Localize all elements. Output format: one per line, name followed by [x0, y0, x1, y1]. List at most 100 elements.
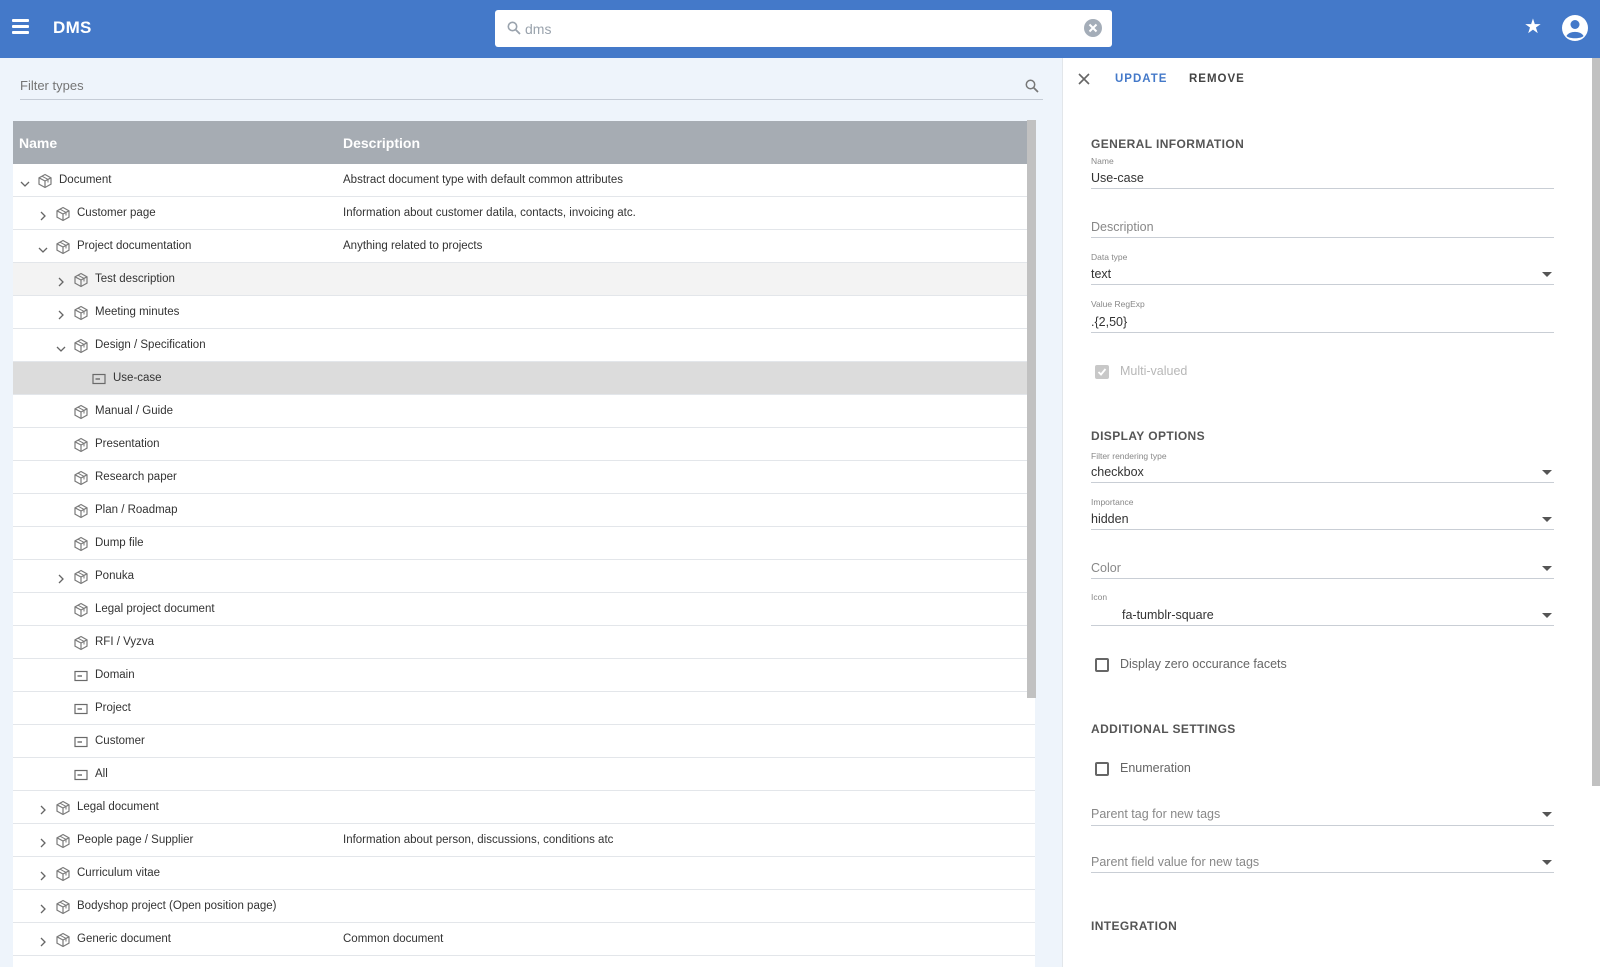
menu-icon[interactable]	[12, 19, 29, 36]
table-row[interactable]: All	[13, 758, 1035, 791]
chevron-right-icon[interactable]	[39, 868, 47, 881]
remove-button[interactable]: REMOVE	[1189, 73, 1245, 85]
clear-search-icon[interactable]	[1084, 19, 1102, 37]
row-description: Information about customer datila, conta…	[343, 207, 636, 219]
field-icon	[73, 668, 89, 684]
chevron-right-icon[interactable]	[57, 571, 65, 584]
table-row[interactable]: Ponuka	[13, 560, 1035, 593]
chevron-right-icon[interactable]	[57, 274, 65, 287]
table-row[interactable]: Curriculum vitae	[13, 857, 1035, 890]
chevron-right-icon[interactable]	[39, 934, 47, 947]
global-search-input[interactable]	[525, 18, 1065, 40]
chevron-right-icon[interactable]	[39, 835, 47, 848]
zero-facets-label: Display zero occurance facets	[1120, 657, 1287, 671]
close-icon[interactable]	[1078, 73, 1090, 85]
type-icon	[55, 866, 71, 882]
row-name: Bodyshop project (Open position page)	[77, 900, 277, 912]
row-name: Meeting minutes	[95, 306, 180, 318]
color-select[interactable]: Color	[1091, 556, 1554, 579]
table-row[interactable]: Legal project document	[13, 593, 1035, 626]
table-row[interactable]: Legal document	[13, 791, 1035, 824]
global-search[interactable]	[495, 10, 1112, 47]
importance-select[interactable]: Importance hidden	[1091, 496, 1554, 530]
field-icon	[91, 371, 107, 387]
table-scrollbar[interactable]	[1027, 120, 1036, 698]
star-icon[interactable]: ★	[1524, 15, 1542, 39]
data-type-label: Data type	[1091, 252, 1128, 262]
name-value: Use-case	[1091, 171, 1144, 185]
column-header-description[interactable]: Description	[343, 135, 420, 151]
icon-label: Icon	[1091, 592, 1108, 602]
description-field[interactable]: Description	[1091, 216, 1554, 238]
table-row[interactable]: Customer page Information about customer …	[13, 197, 1035, 230]
row-name: Use-case	[113, 372, 162, 384]
zero-facets-checkbox[interactable]	[1095, 658, 1109, 672]
details-panel: UPDATE REMOVE GENERAL INFORMATION Name U…	[1062, 58, 1600, 967]
table-row[interactable]: Document Abstract document type with defa…	[13, 164, 1035, 197]
type-icon	[73, 305, 89, 321]
chevron-down-icon	[1542, 566, 1552, 571]
chevron-down-icon[interactable]	[56, 340, 66, 352]
filter-types-input[interactable]	[20, 73, 1000, 93]
search-icon[interactable]	[1025, 79, 1039, 93]
chevron-right-icon[interactable]	[39, 901, 47, 914]
multi-valued-checkbox[interactable]	[1095, 365, 1109, 379]
type-icon	[73, 470, 89, 486]
filter-rendering-select[interactable]: Filter rendering type checkbox	[1091, 450, 1554, 483]
type-icon	[73, 569, 89, 585]
chevron-down-icon[interactable]	[20, 175, 30, 187]
table-row[interactable]: Manual / Guide	[13, 395, 1035, 428]
table-row[interactable]: Meeting minutes	[13, 296, 1035, 329]
table-row[interactable]: People page / Supplier Information about …	[13, 824, 1035, 857]
update-button[interactable]: UPDATE	[1115, 73, 1167, 85]
account-icon[interactable]	[1561, 14, 1589, 42]
table-row[interactable]: Customer	[13, 725, 1035, 758]
table-row[interactable]: Use-case	[13, 362, 1035, 395]
table-row[interactable]: Research paper	[13, 461, 1035, 494]
row-name: Curriculum vitae	[77, 867, 161, 879]
types-table: Name Description Document Abstract docume…	[13, 121, 1035, 967]
row-description: Common document	[343, 933, 444, 945]
type-icon	[73, 437, 89, 453]
field-icon	[73, 701, 89, 717]
table-row[interactable]: Test description	[13, 263, 1035, 296]
row-name: Project	[95, 702, 131, 714]
chevron-down-icon[interactable]	[38, 241, 48, 253]
chevron-right-icon[interactable]	[39, 802, 47, 815]
value-regexp-field[interactable]: Value RegExp .{2,50}	[1091, 298, 1554, 333]
value-regexp-label: Value RegExp	[1091, 299, 1145, 309]
icon-select[interactable]: Icon fa-tumblr-square	[1091, 591, 1554, 626]
name-field[interactable]: Name Use-case	[1091, 155, 1554, 189]
chevron-down-icon	[1542, 860, 1552, 865]
table-row[interactable]: RFI / Vyzva	[13, 626, 1035, 659]
table-row[interactable]: Bodyshop project (Open position page)	[13, 890, 1035, 923]
chevron-down-icon	[1542, 470, 1552, 475]
row-name: Ponuka	[95, 570, 135, 582]
row-name: Customer page	[77, 207, 156, 219]
table-row[interactable]: Project	[13, 692, 1035, 725]
data-type-select[interactable]: Data type text	[1091, 251, 1554, 285]
chevron-right-icon[interactable]	[39, 208, 47, 221]
table-row[interactable]: Plan / Roadmap	[13, 494, 1035, 527]
table-row[interactable]: Project documentation Anything related to…	[13, 230, 1035, 263]
row-name: Plan / Roadmap	[95, 504, 178, 516]
type-icon	[55, 800, 71, 816]
table-row[interactable]: Presentation	[13, 428, 1035, 461]
table-row[interactable]: Design / Specification	[13, 329, 1035, 362]
table-row[interactable]: Dump file	[13, 527, 1035, 560]
filter-types[interactable]	[20, 73, 1043, 100]
details-scrollbar[interactable]	[1592, 58, 1600, 786]
parent-field-select[interactable]: Parent field value for new tags	[1091, 851, 1554, 873]
chevron-right-icon[interactable]	[57, 307, 65, 320]
enumeration-checkbox[interactable]	[1095, 762, 1109, 776]
description-placeholder: Description	[1091, 220, 1154, 234]
column-header-name[interactable]: Name	[19, 135, 57, 151]
row-name: Test description	[95, 273, 175, 285]
data-type-value: text	[1091, 267, 1112, 281]
enumeration-label: Enumeration	[1120, 761, 1191, 775]
table-row[interactable]: Domain	[13, 659, 1035, 692]
filter-rendering-label: Filter rendering type	[1091, 451, 1167, 461]
table-row[interactable]: Generic document Common document	[13, 923, 1035, 956]
type-icon	[55, 239, 71, 255]
parent-tag-select[interactable]: Parent tag for new tags	[1091, 804, 1554, 826]
